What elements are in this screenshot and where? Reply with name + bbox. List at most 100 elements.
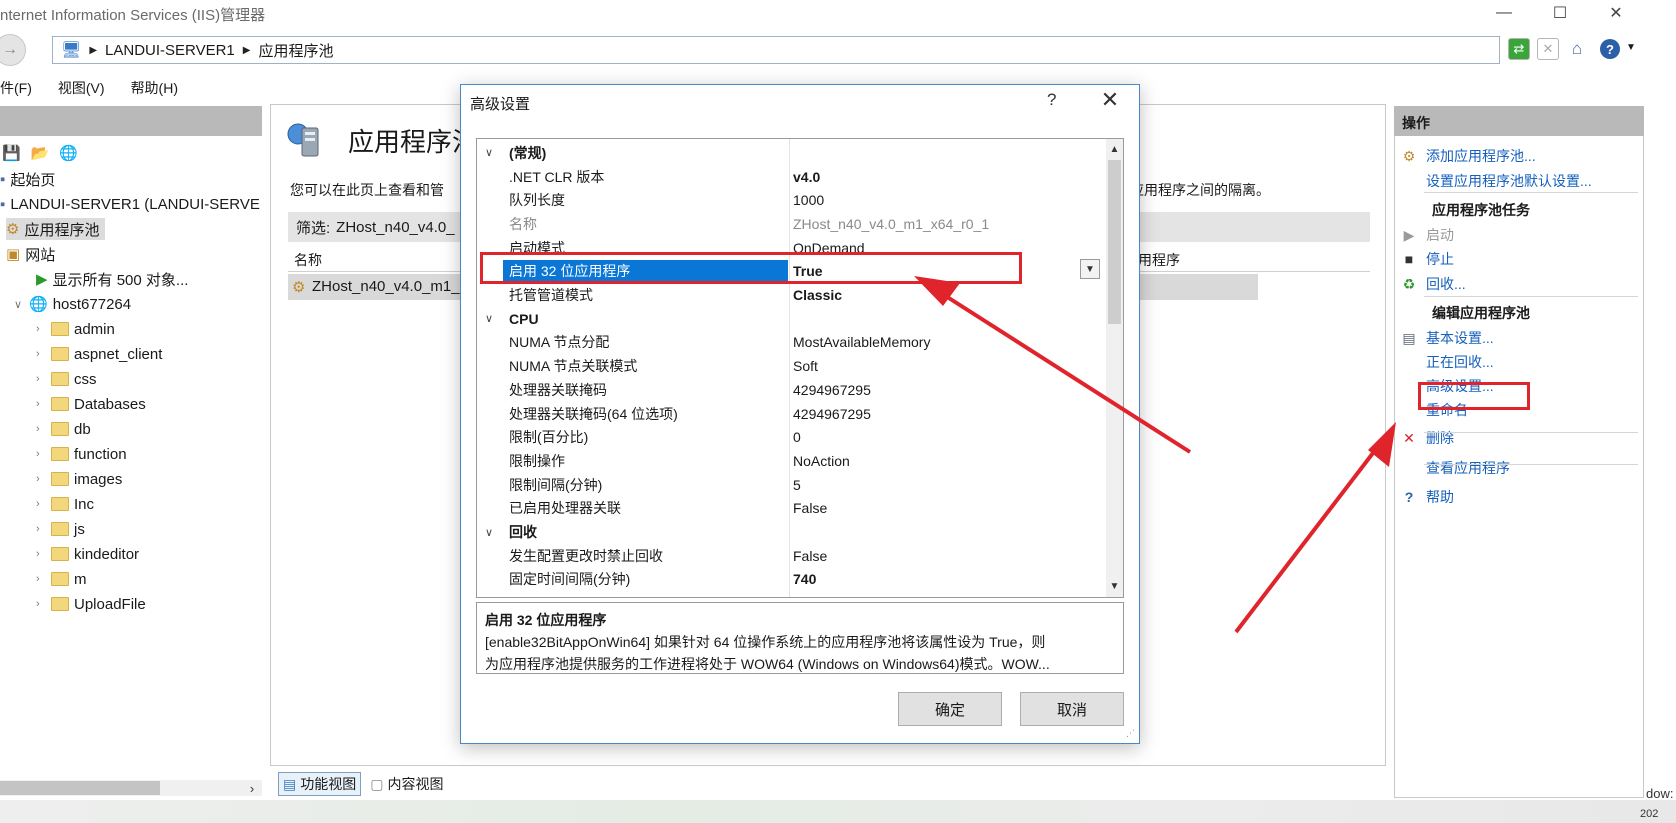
- property-value[interactable]: v4.0: [793, 169, 820, 185]
- tree-item-folder[interactable]: › Databases: [36, 393, 146, 415]
- tree-item-folder[interactable]: › admin: [36, 318, 115, 340]
- maximize-button[interactable]: ☐: [1532, 0, 1588, 26]
- tree-item-folder[interactable]: › db: [36, 418, 91, 440]
- scroll-up-icon[interactable]: ▲: [1106, 141, 1123, 157]
- scrollbar-thumb[interactable]: [0, 781, 160, 795]
- property-row[interactable]: 发生配置更改时禁止回收 False: [477, 544, 1105, 568]
- chevron-right-icon[interactable]: ›: [36, 523, 46, 535]
- property-row[interactable]: 固定时间间隔(分钟) 740: [477, 568, 1105, 592]
- tree-item-folder[interactable]: › css: [36, 368, 97, 390]
- action-14[interactable]: ? 帮助: [1400, 487, 1454, 507]
- property-row[interactable]: 限制间隔(分钟) 5: [477, 473, 1105, 497]
- chevron-down-icon[interactable]: ∨: [14, 298, 24, 311]
- tree-item-sites[interactable]: ▣ 网站: [6, 243, 55, 265]
- refresh-icon[interactable]: ⇄: [1508, 38, 1530, 60]
- tree-item-host[interactable]: ∨ 🌐 host677264: [14, 293, 131, 315]
- chevron-down-icon[interactable]: ▼: [1626, 42, 1636, 53]
- menu-help[interactable]: 帮助(H): [131, 78, 178, 98]
- tree-item-folder[interactable]: › aspnet_client: [36, 343, 162, 365]
- tree-item-folder[interactable]: › kindeditor: [36, 543, 139, 565]
- tree-item-folder[interactable]: › m: [36, 568, 87, 590]
- column-header-name[interactable]: 名称: [294, 250, 322, 270]
- property-row[interactable]: 已启用处理器关联 False: [477, 497, 1105, 521]
- chevron-right-icon[interactable]: ›: [36, 423, 46, 435]
- address-bar[interactable]: 🖥 ▶ LANDUI-SERVER1 ▶ 应用程序池: [52, 36, 1500, 64]
- tree-item-folder[interactable]: › js: [36, 518, 85, 540]
- resize-grip-icon[interactable]: ⋰: [1126, 728, 1135, 739]
- action-13[interactable]: 查看应用程序: [1400, 458, 1510, 478]
- tree-item-folder[interactable]: › UploadFile: [36, 593, 146, 615]
- property-row[interactable]: NUMA 节点分配 MostAvailableMemory: [477, 331, 1105, 355]
- chevron-right-icon[interactable]: ›: [36, 398, 46, 410]
- chevron-right-icon[interactable]: ›: [36, 498, 46, 510]
- property-value[interactable]: False: [793, 548, 827, 564]
- collapse-chevron-icon[interactable]: ∨: [485, 312, 493, 325]
- action-2[interactable]: 设置应用程序池默认设置...: [1400, 171, 1592, 191]
- property-value[interactable]: False: [793, 500, 827, 516]
- property-value[interactable]: ZHost_n40_v4.0_m1_x64_r0_1: [793, 216, 989, 232]
- action-5[interactable]: ■ 停止: [1400, 249, 1454, 269]
- connect-icon[interactable]: 📂: [31, 144, 50, 162]
- collapse-chevron-icon[interactable]: ∨: [485, 146, 493, 159]
- property-row[interactable]: 限制操作 NoAction: [477, 449, 1105, 473]
- scroll-down-icon[interactable]: ▼: [1106, 578, 1123, 594]
- property-category[interactable]: ∨ CPU: [477, 307, 1105, 331]
- action-4[interactable]: ▶ 启动: [1400, 225, 1454, 245]
- ok-button[interactable]: 确定: [898, 692, 1002, 726]
- back-arrow-icon[interactable]: →: [0, 34, 26, 66]
- tree-item-app-pools[interactable]: ⚙ 应用程序池: [6, 218, 106, 240]
- property-value[interactable]: Soft: [793, 358, 818, 374]
- breadcrumb-app-pools[interactable]: 应用程序池: [258, 40, 333, 61]
- menu-view[interactable]: 视图(V): [58, 78, 105, 98]
- property-row[interactable]: NUMA 节点关联模式 Soft: [477, 354, 1105, 378]
- dropdown-chevron-icon[interactable]: ▼: [1080, 259, 1100, 279]
- property-value[interactable]: 0: [793, 429, 801, 445]
- tab-features-view[interactable]: ▤ 功能视图: [278, 772, 362, 796]
- action-6[interactable]: ♻ 回收...: [1400, 274, 1466, 294]
- property-value[interactable]: 4294967295: [793, 406, 871, 422]
- action-8[interactable]: ▤ 基本设置...: [1400, 328, 1493, 348]
- property-value[interactable]: NoAction: [793, 453, 850, 469]
- minimize-button[interactable]: —: [1476, 0, 1532, 26]
- menu-file[interactable]: 件(F): [0, 78, 32, 98]
- property-row[interactable]: 队列长度 1000: [477, 188, 1105, 212]
- tab-content-view[interactable]: ▢ 内容视图: [365, 772, 448, 796]
- property-row[interactable]: 处理器关联掩码(64 位选项) 4294967295: [477, 402, 1105, 426]
- chevron-right-icon[interactable]: ›: [36, 323, 46, 335]
- property-category[interactable]: ∨ (常规): [477, 141, 1105, 165]
- tree-item-folder[interactable]: › function: [36, 443, 127, 465]
- property-row[interactable]: 名称 ZHost_n40_v4.0_m1_x64_r0_1: [477, 212, 1105, 236]
- property-value[interactable]: 740: [793, 571, 816, 587]
- property-value[interactable]: 4294967295: [793, 382, 871, 398]
- action-12[interactable]: ✕ 删除: [1400, 428, 1454, 448]
- dialog-help-button[interactable]: ?: [1047, 90, 1056, 110]
- chevron-right-icon[interactable]: ›: [36, 548, 46, 560]
- stop-icon[interactable]: ✕: [1537, 38, 1559, 60]
- property-value[interactable]: MostAvailableMemory: [793, 334, 930, 350]
- cancel-button[interactable]: 取消: [1020, 692, 1124, 726]
- filter-input[interactable]: ZHost_n40_v4.0_: [336, 219, 454, 236]
- scroll-right-icon[interactable]: ›: [244, 780, 260, 796]
- chevron-right-icon[interactable]: ›: [36, 598, 46, 610]
- tree-item-start-page[interactable]: ▪ 起始页: [0, 168, 55, 190]
- tree-item-show-all[interactable]: ▶ 显示所有 500 对象...: [36, 268, 188, 290]
- help-icon[interactable]: ?: [1600, 39, 1620, 59]
- tree-item-folder[interactable]: › Inc: [36, 493, 94, 515]
- tree-item-folder[interactable]: › images: [36, 468, 122, 490]
- property-row[interactable]: 限制(百分比) 0: [477, 425, 1105, 449]
- dialog-close-button[interactable]: ✕: [1098, 87, 1122, 112]
- chevron-right-icon[interactable]: ›: [36, 473, 46, 485]
- property-row[interactable]: 处理器关联掩码 4294967295: [477, 378, 1105, 402]
- home-icon[interactable]: ⌂: [1566, 38, 1588, 60]
- chevron-right-icon[interactable]: ›: [36, 373, 46, 385]
- property-row[interactable]: .NET CLR 版本 v4.0: [477, 165, 1105, 189]
- close-button[interactable]: ✕: [1588, 0, 1644, 26]
- property-category[interactable]: ∨ 回收: [477, 520, 1105, 544]
- property-value[interactable]: 5: [793, 477, 801, 493]
- collapse-chevron-icon[interactable]: ∨: [485, 526, 493, 539]
- action-9[interactable]: 正在回收...: [1400, 352, 1494, 372]
- save-icon[interactable]: 💾: [2, 144, 21, 162]
- chevron-right-icon[interactable]: ›: [36, 573, 46, 585]
- chevron-right-icon[interactable]: ›: [36, 448, 46, 460]
- scrollbar-thumb[interactable]: [1108, 160, 1121, 324]
